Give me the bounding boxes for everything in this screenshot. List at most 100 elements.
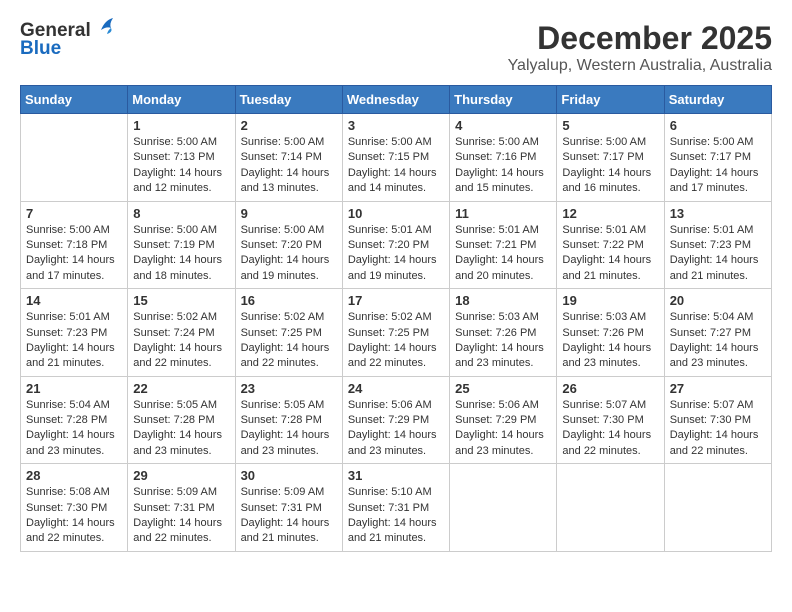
weekday-header-tuesday: Tuesday xyxy=(235,86,342,114)
calendar-cell: 1Sunrise: 5:00 AMSunset: 7:13 PMDaylight… xyxy=(128,114,235,202)
day-number: 4 xyxy=(455,118,551,133)
day-info: Sunrise: 5:08 AMSunset: 7:30 PMDaylight:… xyxy=(26,485,122,547)
day-number: 7 xyxy=(26,206,122,221)
calendar-week-row: 1Sunrise: 5:00 AMSunset: 7:13 PMDaylight… xyxy=(21,114,772,202)
calendar-cell: 14 Sunrise: 5:01 AMSunset: 7:23 PMDayligh… xyxy=(21,289,128,377)
day-number: 9 xyxy=(241,206,337,221)
day-info: Sunrise: 5:04 AMSunset: 7:28 PMDaylight:… xyxy=(26,398,122,460)
calendar-cell: 30Sunrise: 5:09 AMSunset: 7:31 PMDayligh… xyxy=(235,464,342,552)
calendar-week-row: 21 Sunrise: 5:04 AMSunset: 7:28 PMDayligh… xyxy=(21,376,772,464)
day-number: 11 xyxy=(455,206,551,221)
day-info: Sunrise: 5:03 AMSunset: 7:26 PMDaylight:… xyxy=(455,310,551,372)
day-info: Sunrise: 5:00 AMSunset: 7:20 PMDaylight:… xyxy=(241,223,337,285)
day-number: 20 xyxy=(670,293,766,308)
day-info: Sunrise: 5:00 AMSunset: 7:14 PMDaylight:… xyxy=(241,135,337,197)
calendar-week-row: 14 Sunrise: 5:01 AMSunset: 7:23 PMDayligh… xyxy=(21,289,772,377)
day-info: Sunrise: 5:01 AMSunset: 7:21 PMDaylight:… xyxy=(455,223,551,285)
calendar-cell: 25Sunrise: 5:06 AMSunset: 7:29 PMDayligh… xyxy=(450,376,557,464)
day-info: Sunrise: 5:02 AMSunset: 7:25 PMDaylight:… xyxy=(348,310,444,372)
calendar-cell: 8Sunrise: 5:00 AMSunset: 7:19 PMDaylight… xyxy=(128,201,235,289)
calendar-cell: 9 Sunrise: 5:00 AMSunset: 7:20 PMDaylight… xyxy=(235,201,342,289)
day-info: Sunrise: 5:01 AMSunset: 7:23 PMDaylight:… xyxy=(670,223,766,285)
weekday-header-thursday: Thursday xyxy=(450,86,557,114)
weekday-header-wednesday: Wednesday xyxy=(342,86,449,114)
calendar-cell xyxy=(21,114,128,202)
day-number: 6 xyxy=(670,118,766,133)
calendar-cell xyxy=(557,464,664,552)
calendar-cell: 26 Sunrise: 5:07 AMSunset: 7:30 PMDayligh… xyxy=(557,376,664,464)
calendar-cell: 3 Sunrise: 5:00 AMSunset: 7:15 PMDaylight… xyxy=(342,114,449,202)
day-number: 23 xyxy=(241,381,337,396)
day-number: 14 xyxy=(26,293,122,308)
day-number: 3 xyxy=(348,118,444,133)
title-block: December 2025 Yalyalup, Western Australi… xyxy=(508,20,772,75)
day-info: Sunrise: 5:09 AMSunset: 7:31 PMDaylight:… xyxy=(133,485,229,547)
day-info: Sunrise: 5:06 AMSunset: 7:29 PMDaylight:… xyxy=(455,398,551,460)
day-number: 22 xyxy=(133,381,229,396)
calendar-header-row: SundayMondayTuesdayWednesdayThursdayFrid… xyxy=(21,86,772,114)
calendar-cell: 4 Sunrise: 5:00 AMSunset: 7:16 PMDaylight… xyxy=(450,114,557,202)
day-info: Sunrise: 5:00 AMSunset: 7:16 PMDaylight:… xyxy=(455,135,551,197)
calendar-cell: 29 Sunrise: 5:09 AMSunset: 7:31 PMDayligh… xyxy=(128,464,235,552)
calendar-week-row: 7 Sunrise: 5:00 AMSunset: 7:18 PMDaylight… xyxy=(21,201,772,289)
day-info: Sunrise: 5:00 AMSunset: 7:17 PMDaylight:… xyxy=(562,135,658,197)
day-number: 21 xyxy=(26,381,122,396)
calendar-cell: 15 Sunrise: 5:02 AMSunset: 7:24 PMDayligh… xyxy=(128,289,235,377)
day-info: Sunrise: 5:05 AMSunset: 7:28 PMDaylight:… xyxy=(241,398,337,460)
calendar-cell: 31 Sunrise: 5:10 AMSunset: 7:31 PMDayligh… xyxy=(342,464,449,552)
calendar-cell: 13 Sunrise: 5:01 AMSunset: 7:23 PMDayligh… xyxy=(664,201,771,289)
day-info: Sunrise: 5:00 AMSunset: 7:15 PMDaylight:… xyxy=(348,135,444,197)
day-number: 26 xyxy=(562,381,658,396)
day-number: 29 xyxy=(133,468,229,483)
day-number: 17 xyxy=(348,293,444,308)
day-number: 13 xyxy=(670,206,766,221)
day-info: Sunrise: 5:00 AMSunset: 7:13 PMDaylight:… xyxy=(133,135,229,197)
calendar-cell: 16Sunrise: 5:02 AMSunset: 7:25 PMDayligh… xyxy=(235,289,342,377)
day-number: 5 xyxy=(562,118,658,133)
day-number: 27 xyxy=(670,381,766,396)
calendar-cell: 18Sunrise: 5:03 AMSunset: 7:26 PMDayligh… xyxy=(450,289,557,377)
calendar-cell xyxy=(664,464,771,552)
day-info: Sunrise: 5:02 AMSunset: 7:24 PMDaylight:… xyxy=(133,310,229,372)
day-info: Sunrise: 5:01 AMSunset: 7:20 PMDaylight:… xyxy=(348,223,444,285)
page-header: General Blue December 2025 Yalyalup, Wes… xyxy=(20,20,772,75)
weekday-header-monday: Monday xyxy=(128,86,235,114)
day-info: Sunrise: 5:00 AMSunset: 7:19 PMDaylight:… xyxy=(133,223,229,285)
day-number: 10 xyxy=(348,206,444,221)
calendar-table: SundayMondayTuesdayWednesdayThursdayFrid… xyxy=(20,85,772,552)
month-title: December 2025 xyxy=(508,20,772,57)
weekday-header-friday: Friday xyxy=(557,86,664,114)
logo-bird-icon xyxy=(93,16,115,38)
calendar-cell: 17 Sunrise: 5:02 AMSunset: 7:25 PMDayligh… xyxy=(342,289,449,377)
calendar-cell: 22 Sunrise: 5:05 AMSunset: 7:28 PMDayligh… xyxy=(128,376,235,464)
day-info: Sunrise: 5:10 AMSunset: 7:31 PMDaylight:… xyxy=(348,485,444,547)
calendar-cell: 6 Sunrise: 5:00 AMSunset: 7:17 PMDaylight… xyxy=(664,114,771,202)
calendar-cell: 21 Sunrise: 5:04 AMSunset: 7:28 PMDayligh… xyxy=(21,376,128,464)
day-number: 28 xyxy=(26,468,122,483)
weekday-header-saturday: Saturday xyxy=(664,86,771,114)
day-number: 12 xyxy=(562,206,658,221)
day-number: 30 xyxy=(241,468,337,483)
day-number: 16 xyxy=(241,293,337,308)
calendar-cell: 2Sunrise: 5:00 AMSunset: 7:14 PMDaylight… xyxy=(235,114,342,202)
day-info: Sunrise: 5:01 AMSunset: 7:23 PMDaylight:… xyxy=(26,310,122,372)
calendar-cell: 11 Sunrise: 5:01 AMSunset: 7:21 PMDayligh… xyxy=(450,201,557,289)
day-info: Sunrise: 5:05 AMSunset: 7:28 PMDaylight:… xyxy=(133,398,229,460)
day-info: Sunrise: 5:00 AMSunset: 7:18 PMDaylight:… xyxy=(26,223,122,285)
calendar-cell: 24Sunrise: 5:06 AMSunset: 7:29 PMDayligh… xyxy=(342,376,449,464)
day-number: 31 xyxy=(348,468,444,483)
day-info: Sunrise: 5:03 AMSunset: 7:26 PMDaylight:… xyxy=(562,310,658,372)
location-subtitle: Yalyalup, Western Australia, Australia xyxy=(508,57,772,75)
calendar-cell: 5 Sunrise: 5:00 AMSunset: 7:17 PMDaylight… xyxy=(557,114,664,202)
day-info: Sunrise: 5:06 AMSunset: 7:29 PMDaylight:… xyxy=(348,398,444,460)
day-info: Sunrise: 5:07 AMSunset: 7:30 PMDaylight:… xyxy=(562,398,658,460)
calendar-cell: 10 Sunrise: 5:01 AMSunset: 7:20 PMDayligh… xyxy=(342,201,449,289)
day-info: Sunrise: 5:00 AMSunset: 7:17 PMDaylight:… xyxy=(670,135,766,197)
calendar-cell: 7 Sunrise: 5:00 AMSunset: 7:18 PMDaylight… xyxy=(21,201,128,289)
day-info: Sunrise: 5:04 AMSunset: 7:27 PMDaylight:… xyxy=(670,310,766,372)
calendar-cell: 20 Sunrise: 5:04 AMSunset: 7:27 PMDayligh… xyxy=(664,289,771,377)
calendar-cell: 23 Sunrise: 5:05 AMSunset: 7:28 PMDayligh… xyxy=(235,376,342,464)
day-number: 19 xyxy=(562,293,658,308)
day-number: 15 xyxy=(133,293,229,308)
weekday-header-sunday: Sunday xyxy=(21,86,128,114)
